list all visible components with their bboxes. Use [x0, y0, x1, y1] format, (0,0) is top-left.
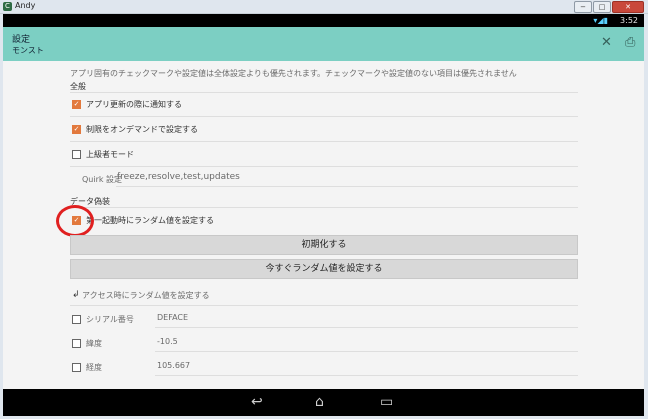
initialize-button[interactable]: 初期化する — [70, 235, 578, 255]
android-status-bar: ▾◢▮ 3:52 — [3, 14, 644, 27]
longitude-input[interactable]: 105.667 — [157, 361, 190, 370]
window-close-button[interactable]: ✕ — [612, 1, 644, 13]
serial-number-label: シリアル番号 — [86, 315, 134, 324]
close-icon[interactable]: ✕ — [601, 36, 612, 50]
longitude-label: 経度 — [86, 363, 102, 372]
input-underline — [155, 375, 578, 376]
page-title: 設定 — [12, 35, 31, 45]
override-notice: アプリ固有のチェックマークや設定値は全体設定よりも優先されます。チェックマークや… — [70, 69, 517, 78]
input-underline — [155, 351, 578, 352]
expert-mode-label: 上級者モード — [86, 150, 134, 159]
section-header-general: 全般 — [70, 82, 86, 91]
minimize-button[interactable]: − — [574, 1, 592, 13]
divider — [70, 141, 578, 142]
recent-apps-icon[interactable]: ▭ — [380, 395, 393, 409]
latitude-checkbox[interactable] — [72, 339, 81, 348]
back-icon[interactable]: ↩ — [251, 395, 263, 409]
divider — [70, 92, 578, 93]
android-navigation-bar: ↩ ⌂ ▭ — [3, 389, 644, 416]
window-title: Andy — [15, 1, 36, 10]
andy-logo-icon: C — [3, 2, 12, 11]
divider — [70, 116, 578, 117]
window-titlebar — [0, 0, 648, 14]
on-demand-restriction-checkbox[interactable]: ✓ — [72, 125, 81, 134]
status-time: 3:52 — [620, 16, 638, 25]
wifi-signal-icon: ▾◢▮ — [593, 16, 608, 25]
input-underline — [155, 327, 578, 328]
serial-number-input[interactable]: DEFACE — [157, 313, 188, 322]
return-arrow-icon: ↲ — [72, 290, 80, 300]
action-bar: 設定 モンスト ✕ ⎙ — [3, 27, 644, 61]
divider — [70, 166, 578, 167]
highlight-circle — [56, 205, 94, 237]
divider — [70, 305, 578, 306]
expert-mode-checkbox[interactable] — [72, 150, 81, 159]
on-demand-restriction-label: 制限をオンデマンドで設定する — [86, 125, 198, 134]
longitude-checkbox[interactable] — [72, 363, 81, 372]
save-icon[interactable]: ⎙ — [625, 36, 635, 50]
serial-number-checkbox[interactable] — [72, 315, 81, 324]
set-random-now-button[interactable]: 今すぐランダム値を設定する — [70, 259, 578, 279]
home-icon[interactable]: ⌂ — [315, 395, 324, 409]
divider — [70, 207, 578, 208]
input-underline — [116, 186, 578, 187]
random-first-launch-label: 第一起動時にランダム値を設定する — [86, 216, 214, 225]
maximize-button[interactable]: □ — [593, 1, 611, 13]
access-random-label: アクセス時にランダム値を設定する — [82, 291, 210, 300]
notify-update-checkbox[interactable]: ✓ — [72, 100, 81, 109]
latitude-label: 緯度 — [86, 339, 102, 348]
page-subtitle: モンスト — [12, 46, 44, 55]
latitude-input[interactable]: -10.5 — [157, 337, 178, 346]
quirk-input[interactable]: freeze,resolve,test,updates — [117, 172, 240, 182]
notify-update-label: アプリ更新の際に通知する — [86, 100, 182, 109]
